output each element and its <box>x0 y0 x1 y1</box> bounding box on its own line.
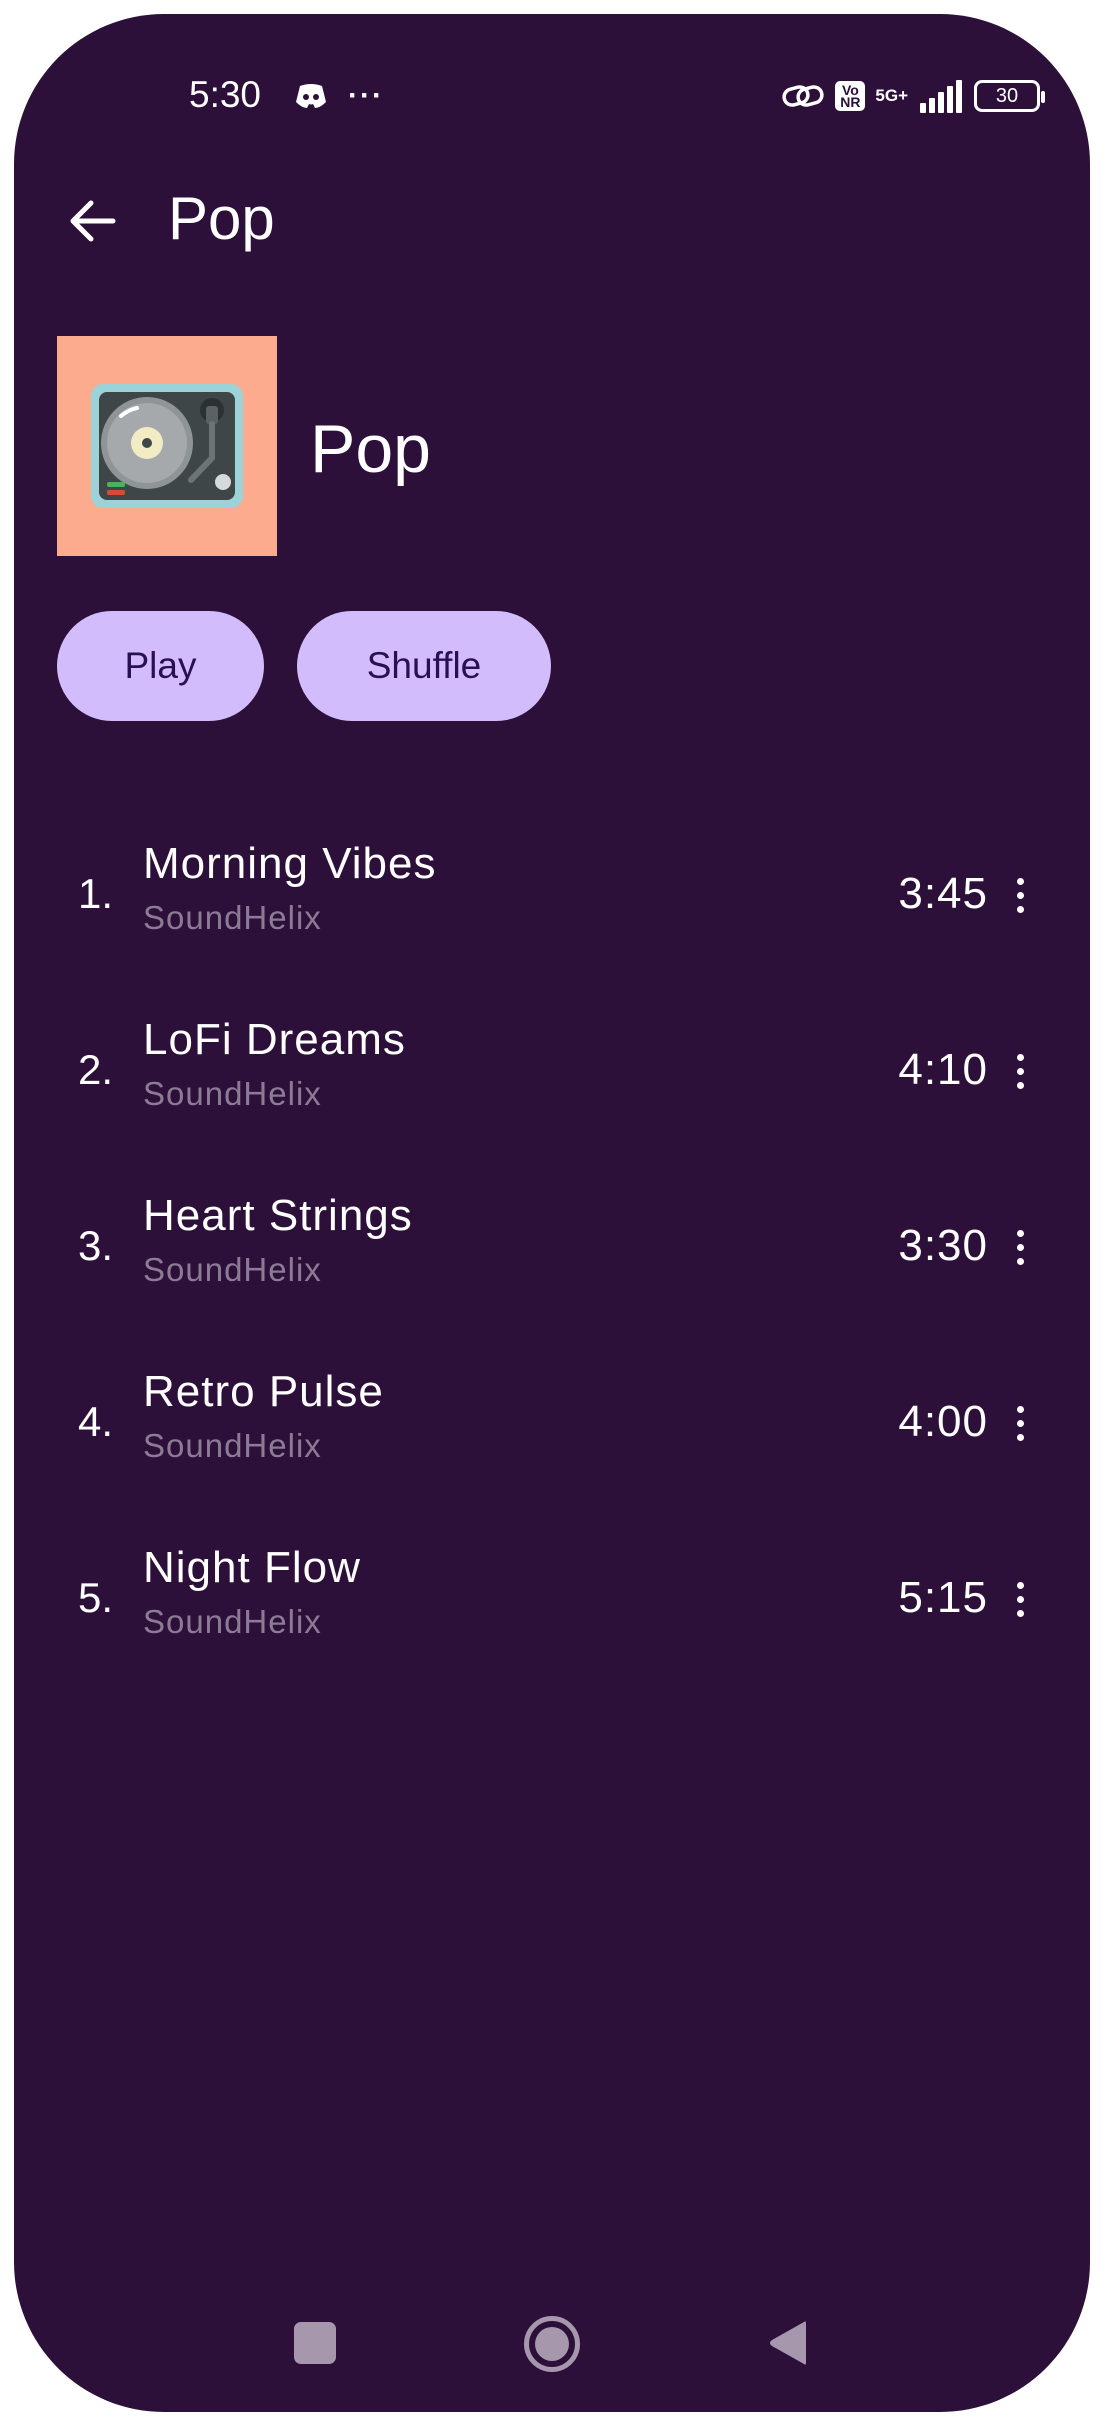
play-button[interactable]: Play <box>57 611 264 721</box>
track-row[interactable]: 4. Retro Pulse SoundHelix 4:00 <box>14 1342 1090 1518</box>
track-artist: SoundHelix <box>143 899 322 936</box>
network-type-label: 5G+ <box>875 86 908 105</box>
track-artist: SoundHelix <box>143 1075 322 1112</box>
signal-icon <box>920 80 962 113</box>
track-number: 2. <box>78 1046 114 1093</box>
more-vert-icon[interactable] <box>1002 1574 1038 1624</box>
more-vert-icon[interactable] <box>1002 870 1038 920</box>
track-title: Night Flow <box>143 1543 361 1592</box>
status-notification-icons: ··· <box>294 78 384 114</box>
track-row[interactable]: 2. LoFi Dreams SoundHelix 4:10 <box>14 990 1090 1166</box>
page-title: Pop <box>168 185 275 252</box>
discord-icon <box>296 84 326 108</box>
track-row[interactable]: 5. Night Flow SoundHelix 5:15 <box>14 1518 1090 1694</box>
more-notifications-icon: ··· <box>348 79 384 112</box>
status-time: 5:30 <box>189 74 262 115</box>
nav-back-icon[interactable] <box>766 2318 808 2368</box>
link-icon <box>782 85 825 107</box>
playlist-name: Pop <box>310 411 431 487</box>
more-vert-icon[interactable] <box>1002 1398 1038 1448</box>
track-duration: 4:00 <box>898 1397 988 1446</box>
turntable-icon <box>91 384 243 508</box>
track-title: LoFi Dreams <box>143 1015 406 1064</box>
track-title: Morning Vibes <box>143 839 437 888</box>
playlist-cover <box>57 336 277 556</box>
track-title: Heart Strings <box>143 1191 413 1240</box>
track-row[interactable]: 1. Morning Vibes SoundHelix 3:45 <box>14 814 1090 990</box>
track-title: Retro Pulse <box>143 1367 384 1416</box>
track-number: 5. <box>78 1574 114 1621</box>
shuffle-button[interactable]: Shuffle <box>297 611 551 721</box>
battery-icon: 30 <box>974 80 1045 112</box>
track-duration: 3:30 <box>898 1221 988 1270</box>
arrow-left-icon <box>70 200 116 242</box>
track-number: 4. <box>78 1398 114 1445</box>
more-vert-icon[interactable] <box>1002 1222 1038 1272</box>
system-nav-bar <box>14 2292 1090 2412</box>
status-system-icons: Vo NR 5G+ 30 <box>781 76 1045 116</box>
back-button[interactable] <box>58 186 128 256</box>
track-artist: SoundHelix <box>143 1427 322 1464</box>
top-app-bar: Pop <box>14 164 1090 274</box>
track-number: 3. <box>78 1222 114 1269</box>
track-duration: 4:10 <box>898 1045 988 1094</box>
more-vert-icon[interactable] <box>1002 1046 1038 1096</box>
status-bar: 5:30 ··· Vo NR 5G+ 30 <box>14 14 1090 154</box>
track-row[interactable]: 3. Heart Strings SoundHelix 3:30 <box>14 1166 1090 1342</box>
volte-icon: Vo NR <box>835 81 866 111</box>
track-duration: 5:15 <box>898 1573 988 1622</box>
track-artist: SoundHelix <box>143 1251 322 1288</box>
phone-screen: 5:30 ··· Vo NR 5G+ 30 Pop Pop Play Shuff… <box>14 14 1090 2412</box>
track-duration: 3:45 <box>898 869 988 918</box>
track-number: 1. <box>78 870 114 917</box>
recents-button[interactable] <box>294 2322 336 2364</box>
track-artist: SoundHelix <box>143 1603 322 1640</box>
home-button[interactable] <box>524 2316 580 2372</box>
